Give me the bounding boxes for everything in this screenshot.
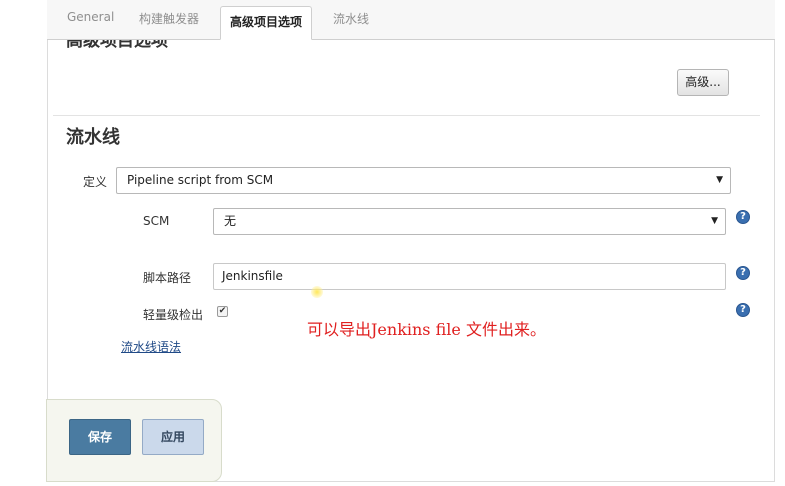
chevron-down-icon: ▼	[716, 175, 723, 185]
cursor-highlight	[311, 286, 323, 298]
definition-select[interactable]: Pipeline script from SCM ▼	[116, 167, 731, 194]
definition-label: 定义	[83, 175, 108, 189]
pipeline-section-title: 流水线	[66, 127, 120, 148]
lightweight-checkout-label: 轻量级检出	[143, 308, 204, 322]
lightweight-checkout-checkbox[interactable]: ✔	[217, 306, 228, 317]
chevron-down-icon: ▼	[711, 216, 718, 226]
section-divider	[53, 115, 760, 116]
tab-advanced-project-options-label[interactable]: 高级项目选项	[220, 6, 313, 40]
definition-select-value: Pipeline script from SCM	[127, 173, 274, 187]
tab-general-label[interactable]: General	[67, 10, 114, 24]
script-path-help-icon[interactable]: ?	[736, 266, 750, 280]
apply-button[interactable]: 应用	[142, 419, 204, 455]
scm-select-value: 无	[224, 214, 237, 228]
save-button[interactable]: 保存	[69, 419, 131, 455]
check-icon: ✔	[218, 306, 227, 316]
scm-select[interactable]: 无 ▼	[213, 208, 726, 235]
script-path-label: 脚本路径	[143, 271, 192, 285]
lightweight-checkout-help-icon[interactable]: ?	[736, 303, 750, 317]
annotation-text: 可以导出Jenkins file 文件出来。	[307, 320, 546, 339]
tab-pipeline-label[interactable]: 流水线	[333, 10, 369, 27]
scm-label: SCM	[143, 214, 170, 228]
pipeline-syntax-link[interactable]: 流水线语法	[121, 338, 181, 355]
tab-build-triggers-label[interactable]: 构建触发器	[139, 10, 199, 27]
script-path-input[interactable]: Jenkinsfile	[213, 263, 726, 290]
advanced-button[interactable]: 高级...	[677, 69, 729, 96]
scm-help-icon[interactable]: ?	[736, 210, 750, 224]
